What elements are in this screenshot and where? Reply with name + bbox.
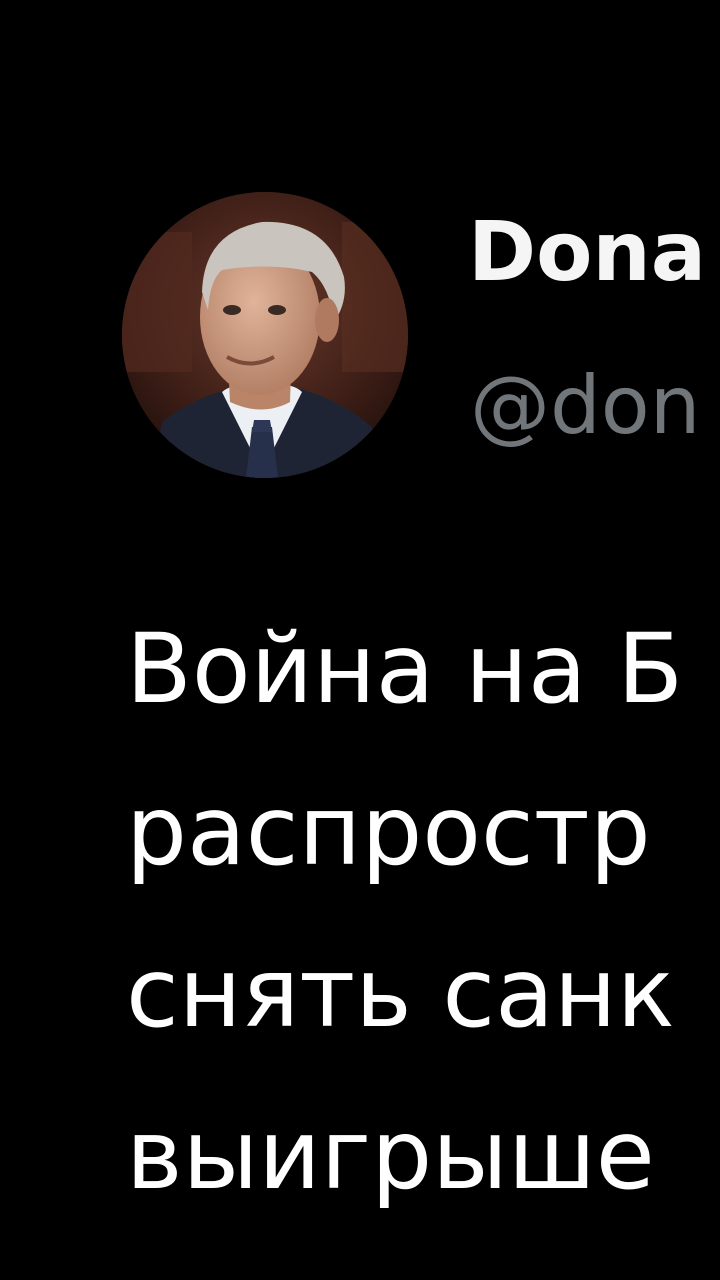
tweet-text: Война на Б распростр снять санк выигрыше xyxy=(126,588,683,1236)
author-avatar[interactable] xyxy=(122,192,408,478)
tweet-text-line: Война на Б xyxy=(126,613,684,725)
tweet-text-line: распростр xyxy=(126,775,651,887)
tweet-text-line: выигрыше xyxy=(126,1099,655,1211)
profile-photo-icon xyxy=(122,192,408,478)
tweet-card: Dona @don Война на Б распростр снять сан… xyxy=(0,0,720,1280)
author-display-name[interactable]: Dona xyxy=(468,212,706,294)
tweet-text-line: снять санк xyxy=(126,937,675,1049)
author-handle[interactable]: @don xyxy=(470,366,700,446)
